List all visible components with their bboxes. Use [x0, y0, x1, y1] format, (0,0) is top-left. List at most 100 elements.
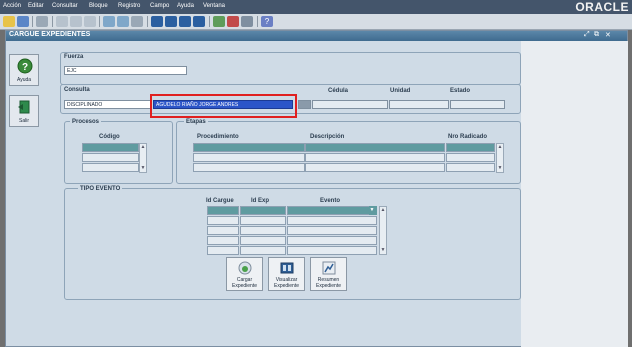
- previous-record-icon[interactable]: [165, 16, 177, 27]
- consulta-label: Consulta: [64, 87, 90, 93]
- id-exp-header: Id Exp: [251, 198, 270, 204]
- open-folder-icon[interactable]: [3, 16, 15, 27]
- delete-record-icon[interactable]: [227, 16, 239, 27]
- id-exp-cell[interactable]: [240, 216, 286, 225]
- descripcion-cell[interactable]: [305, 163, 445, 172]
- procesos-label: Procesos: [70, 119, 102, 125]
- toolbar-separator: [32, 16, 33, 27]
- id-exp-cell[interactable]: [240, 226, 286, 235]
- descripcion-cell[interactable]: [305, 153, 445, 162]
- list-indicator[interactable]: [298, 100, 311, 109]
- exit-icon[interactable]: [36, 16, 48, 27]
- procedimiento-cell[interactable]: [193, 163, 305, 172]
- help-icon[interactable]: ?: [261, 16, 273, 27]
- id-cargue-cell[interactable]: [207, 206, 239, 215]
- save-icon[interactable]: [17, 16, 29, 27]
- evento-cell[interactable]: [287, 246, 377, 255]
- id-exp-cell[interactable]: [240, 246, 286, 255]
- scroll-up-icon[interactable]: ▲: [380, 207, 386, 214]
- id-exp-cell[interactable]: [240, 236, 286, 245]
- evento-cell[interactable]: [287, 216, 377, 225]
- procedimiento-cell[interactable]: [193, 153, 305, 162]
- menu-consultar[interactable]: Consultar: [52, 3, 78, 9]
- insert-record-icon[interactable]: [213, 16, 225, 27]
- next-record-icon[interactable]: [179, 16, 191, 27]
- evento-cell[interactable]: [287, 226, 377, 235]
- procesos-scrollbar[interactable]: ▲ ▼: [139, 143, 147, 173]
- id-cargue-cell[interactable]: [207, 226, 239, 235]
- scroll-up-icon[interactable]: ▲: [497, 144, 503, 151]
- menu-editar[interactable]: Editar: [28, 3, 44, 9]
- menu-campo[interactable]: Campo: [150, 3, 169, 9]
- evento-cell[interactable]: [287, 206, 377, 215]
- enter-query-icon[interactable]: [103, 16, 115, 27]
- help-button[interactable]: ? Ayuda: [9, 54, 39, 86]
- id-cargue-cell[interactable]: [207, 216, 239, 225]
- exit-door-icon: [18, 100, 30, 114]
- scroll-down-icon[interactable]: ▼: [497, 165, 503, 172]
- codigo-cell[interactable]: [82, 163, 139, 172]
- procedimiento-cell[interactable]: [193, 143, 305, 152]
- close-icon[interactable]: ✕: [605, 31, 611, 39]
- unidad-label: Unidad: [390, 88, 411, 94]
- id-cargue-cell[interactable]: [207, 246, 239, 255]
- tipo-evento-scrollbar[interactable]: ▲ ▼: [379, 206, 387, 255]
- fuerza-label: Fuerza: [64, 54, 84, 60]
- menu-registro[interactable]: Registro: [118, 3, 140, 9]
- estado-field[interactable]: [450, 100, 505, 109]
- radicado-cell[interactable]: [446, 143, 495, 152]
- fuerza-field[interactable]: EJC: [64, 66, 187, 75]
- menu-ayuda[interactable]: Ayuda: [177, 3, 194, 9]
- cedula-field[interactable]: [312, 100, 388, 109]
- last-record-icon[interactable]: [193, 16, 205, 27]
- evento-cell[interactable]: [287, 236, 377, 245]
- tipo-field[interactable]: DISCIPLINADO: [64, 100, 151, 109]
- visualizar-expediente-button[interactable]: Visualizar Expediente: [268, 257, 305, 291]
- menu-ventana[interactable]: Ventana: [203, 3, 225, 9]
- scroll-up-icon[interactable]: ▲: [140, 144, 146, 151]
- execute-query-icon[interactable]: [117, 16, 129, 27]
- unidad-field[interactable]: [389, 100, 449, 109]
- exit-button-label: Salir: [18, 118, 29, 124]
- print-icon[interactable]: [241, 16, 253, 27]
- cedula-label: Cédula: [328, 88, 349, 94]
- copy-icon[interactable]: [70, 16, 82, 27]
- first-record-icon[interactable]: [151, 16, 163, 27]
- exit-button[interactable]: Salir: [9, 95, 39, 127]
- codigo-header: Código: [99, 134, 120, 140]
- evento-dropdown[interactable]: ▼: [369, 206, 377, 215]
- descripcion-header: Descripción: [310, 134, 345, 140]
- codigo-cell[interactable]: [82, 143, 139, 152]
- menu-accion[interactable]: Acción: [3, 3, 21, 9]
- toolbar-separator: [52, 16, 53, 27]
- empty-pane: [521, 41, 628, 347]
- scroll-down-icon[interactable]: ▼: [380, 247, 386, 254]
- radicado-cell[interactable]: [446, 153, 495, 162]
- id-exp-cell[interactable]: [240, 206, 286, 215]
- paste-icon[interactable]: [84, 16, 96, 27]
- view-document-icon: [280, 262, 294, 274]
- menu-bloque[interactable]: Bloque: [89, 3, 108, 9]
- maximize-icon[interactable]: ⤢: [584, 31, 590, 39]
- cut-icon[interactable]: [56, 16, 68, 27]
- scroll-down-icon[interactable]: ▼: [140, 165, 146, 172]
- tipo-evento-label: TIPO EVENTO: [78, 186, 123, 192]
- cargar-expediente-button[interactable]: Cargar Expediente: [226, 257, 263, 291]
- radicado-cell[interactable]: [446, 163, 495, 172]
- evento-header: Evento: [320, 198, 341, 204]
- etapas-scrollbar[interactable]: ▲ ▼: [496, 143, 504, 173]
- estado-label: Estado: [450, 88, 471, 94]
- codigo-cell[interactable]: [82, 153, 139, 162]
- svg-text:?: ?: [22, 62, 28, 73]
- cancel-query-icon[interactable]: [131, 16, 143, 27]
- id-cargue-cell[interactable]: [207, 236, 239, 245]
- descripcion-cell[interactable]: [305, 143, 445, 152]
- restore-icon[interactable]: ⧉: [594, 31, 599, 39]
- toolbar: ?: [0, 14, 632, 30]
- resumen-expediente-button[interactable]: Resumen Expediente: [310, 257, 347, 291]
- toolbar-separator: [147, 16, 148, 27]
- window-titlebar: CARGUE EXPEDIENTES ⤢ ⧉ ✕: [6, 31, 627, 41]
- help-circle-icon: ?: [17, 58, 33, 74]
- focus-highlight-box: [150, 94, 297, 118]
- oracle-logo: ORACLE: [575, 0, 629, 14]
